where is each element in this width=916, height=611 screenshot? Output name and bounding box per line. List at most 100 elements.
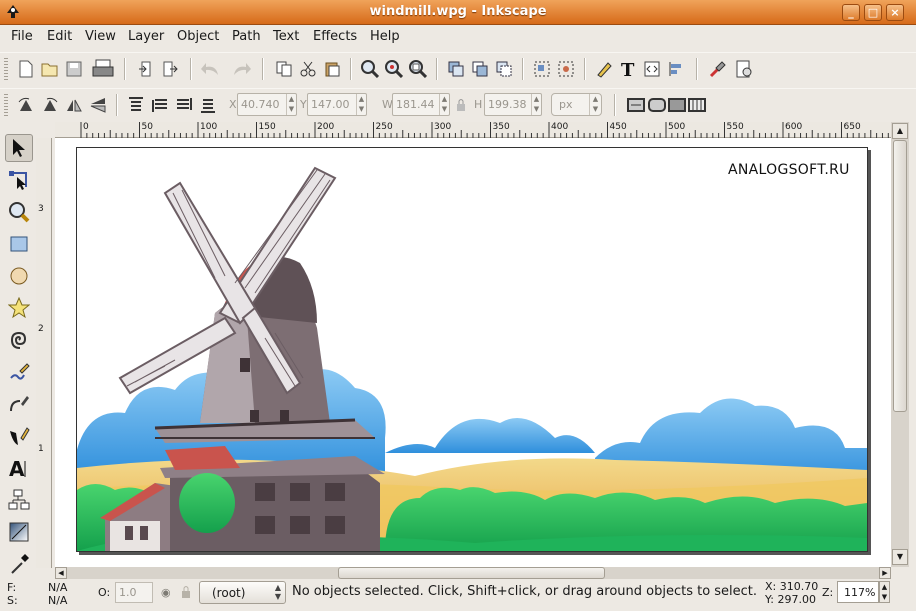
zoom-drawing-icon[interactable] bbox=[382, 57, 406, 81]
scroll-up-button[interactable]: ▲ bbox=[892, 123, 908, 139]
v-ruler-label: 1 bbox=[38, 444, 44, 454]
node-tool-icon[interactable] bbox=[5, 166, 33, 194]
title-bar: windmill.wpg - Inkscape _ □ × bbox=[0, 0, 916, 25]
lock-ratio-icon[interactable] bbox=[454, 97, 468, 113]
connector-tool-icon[interactable] bbox=[5, 486, 33, 514]
vertical-scrollbar[interactable]: ▲ ▼ bbox=[891, 122, 909, 567]
layer-selector[interactable]: (root) ▲ ▼ bbox=[199, 581, 286, 604]
lower-icon[interactable] bbox=[172, 93, 196, 117]
open-document-icon[interactable] bbox=[38, 57, 62, 81]
vertical-ruler[interactable]: 3 2 1 bbox=[36, 138, 52, 568]
close-button[interactable]: × bbox=[886, 4, 904, 21]
rotate-cw-icon[interactable] bbox=[38, 93, 62, 117]
width-spinner[interactable]: ▲ ▼ bbox=[439, 94, 449, 115]
cut-icon[interactable] bbox=[296, 57, 320, 81]
height-field[interactable]: 199.38 ▲ ▼ bbox=[484, 93, 542, 116]
menu-object[interactable]: Object bbox=[177, 29, 219, 44]
copy-icon[interactable] bbox=[272, 57, 296, 81]
xml-editor-icon[interactable] bbox=[640, 57, 664, 81]
opacity-field[interactable]: 1.0 bbox=[115, 582, 153, 603]
toolbar-grip[interactable] bbox=[4, 94, 8, 116]
menu-layer[interactable]: Layer bbox=[128, 29, 164, 44]
minimize-button[interactable]: _ bbox=[842, 4, 860, 21]
width-field[interactable]: 181.44 ▲ ▼ bbox=[392, 93, 450, 116]
selector-tool-icon[interactable] bbox=[5, 134, 33, 162]
preferences-icon[interactable] bbox=[706, 57, 730, 81]
ellipse-tool-icon[interactable] bbox=[5, 262, 33, 290]
y-spinner[interactable]: ▲ ▼ bbox=[356, 94, 366, 115]
zoom-selection-icon[interactable] bbox=[358, 57, 382, 81]
y-field[interactable]: 147.00 ▲ ▼ bbox=[307, 93, 367, 116]
group-icon[interactable] bbox=[530, 57, 554, 81]
menu-effects[interactable]: Effects bbox=[313, 29, 357, 44]
scroll-right-button[interactable]: ▶ bbox=[879, 567, 891, 579]
x-field[interactable]: 40.740 ▲ ▼ bbox=[237, 93, 297, 116]
horizontal-ruler[interactable]: 0 50 100 150 200 250 300 350 400 450 500 550 600 650 bbox=[55, 122, 891, 138]
import-icon[interactable] bbox=[134, 57, 158, 81]
menu-text[interactable]: Text bbox=[273, 29, 299, 44]
new-document-icon[interactable] bbox=[14, 57, 38, 81]
height-spinner[interactable]: ▲ ▼ bbox=[531, 94, 541, 115]
layer-lock-icon[interactable] bbox=[181, 585, 191, 603]
h-ruler-label: 500 bbox=[668, 122, 686, 132]
menu-path[interactable]: Path bbox=[232, 29, 261, 44]
status-message: No objects selected. Click, Shift+click,… bbox=[292, 584, 758, 599]
layer-visibility-icon[interactable]: ◉ bbox=[161, 586, 171, 599]
scroll-left-button[interactable]: ◀ bbox=[55, 567, 67, 579]
fill-stroke-icon[interactable] bbox=[592, 57, 616, 81]
dropper-tool-icon[interactable] bbox=[5, 550, 33, 578]
text-tool-icon[interactable]: A bbox=[5, 454, 33, 482]
scroll-down-button[interactable]: ▼ bbox=[892, 549, 908, 565]
transform-pattern-icon[interactable] bbox=[685, 93, 709, 117]
undo-icon[interactable] bbox=[198, 57, 222, 81]
unit-dropdown-arrow[interactable]: ▲ ▼ bbox=[589, 94, 601, 115]
rotate-ccw-icon[interactable] bbox=[14, 93, 38, 117]
zoom-page-icon[interactable] bbox=[406, 57, 430, 81]
align-distribute-icon[interactable] bbox=[664, 57, 688, 81]
flip-vertical-icon[interactable] bbox=[86, 93, 110, 117]
zoom-spinner[interactable]: ▲ ▼ bbox=[879, 581, 890, 603]
ungroup-icon[interactable] bbox=[554, 57, 578, 81]
stroke-indicator[interactable]: N/A bbox=[48, 594, 67, 607]
menu-file[interactable]: File bbox=[11, 29, 33, 44]
flip-horizontal-icon[interactable] bbox=[62, 93, 86, 117]
paste-icon[interactable] bbox=[320, 57, 344, 81]
menu-help[interactable]: Help bbox=[370, 29, 400, 44]
maximize-button[interactable]: □ bbox=[864, 4, 882, 21]
pencil-tool-icon[interactable] bbox=[5, 358, 33, 386]
fill-indicator[interactable]: N/A bbox=[48, 581, 67, 594]
calligraphy-tool-icon[interactable] bbox=[5, 422, 33, 450]
raise-icon[interactable] bbox=[148, 93, 172, 117]
rectangle-tool-icon[interactable] bbox=[5, 230, 33, 258]
export-icon[interactable] bbox=[158, 57, 182, 81]
vertical-scroll-thumb[interactable] bbox=[893, 140, 907, 412]
save-icon[interactable] bbox=[62, 57, 86, 81]
menu-view[interactable]: View bbox=[85, 29, 116, 44]
redo-icon[interactable] bbox=[230, 57, 254, 81]
spiral-tool-icon[interactable] bbox=[5, 326, 33, 354]
gradient-tool-icon[interactable] bbox=[5, 518, 33, 546]
clone-icon[interactable] bbox=[468, 57, 492, 81]
watermark-text: ANALOGSOFT.RU bbox=[728, 162, 850, 178]
horizontal-scrollbar[interactable]: ◀ ▶ bbox=[55, 567, 891, 579]
status-bar: F: N/A S: N/A O: 1.0 ◉ No objects select… bbox=[0, 579, 916, 611]
duplicate-icon[interactable] bbox=[444, 57, 468, 81]
zoom-field[interactable]: 117% bbox=[837, 581, 879, 603]
drawing-canvas[interactable]: ANALOGSOFT.RU bbox=[55, 138, 891, 567]
x-spinner[interactable]: ▲ ▼ bbox=[286, 94, 296, 115]
unlink-clone-icon[interactable] bbox=[492, 57, 516, 81]
toolbar-grip[interactable] bbox=[4, 58, 8, 80]
horizontal-scroll-thumb[interactable] bbox=[338, 567, 605, 579]
zoom-tool-icon[interactable] bbox=[5, 198, 33, 226]
star-tool-icon[interactable] bbox=[5, 294, 33, 322]
unit-select[interactable]: px ▲ ▼ bbox=[551, 93, 602, 116]
print-icon[interactable] bbox=[90, 57, 116, 81]
h-ruler-label: 350 bbox=[492, 122, 510, 132]
text-font-icon[interactable]: T bbox=[616, 57, 640, 81]
raise-to-top-icon[interactable] bbox=[124, 93, 148, 117]
menu-edit[interactable]: Edit bbox=[47, 29, 72, 44]
pen-tool-icon[interactable] bbox=[5, 390, 33, 418]
document-properties-icon[interactable] bbox=[732, 57, 756, 81]
layer-dropdown-arrow[interactable]: ▲ ▼ bbox=[275, 583, 281, 601]
lower-to-bottom-icon[interactable] bbox=[196, 93, 220, 117]
